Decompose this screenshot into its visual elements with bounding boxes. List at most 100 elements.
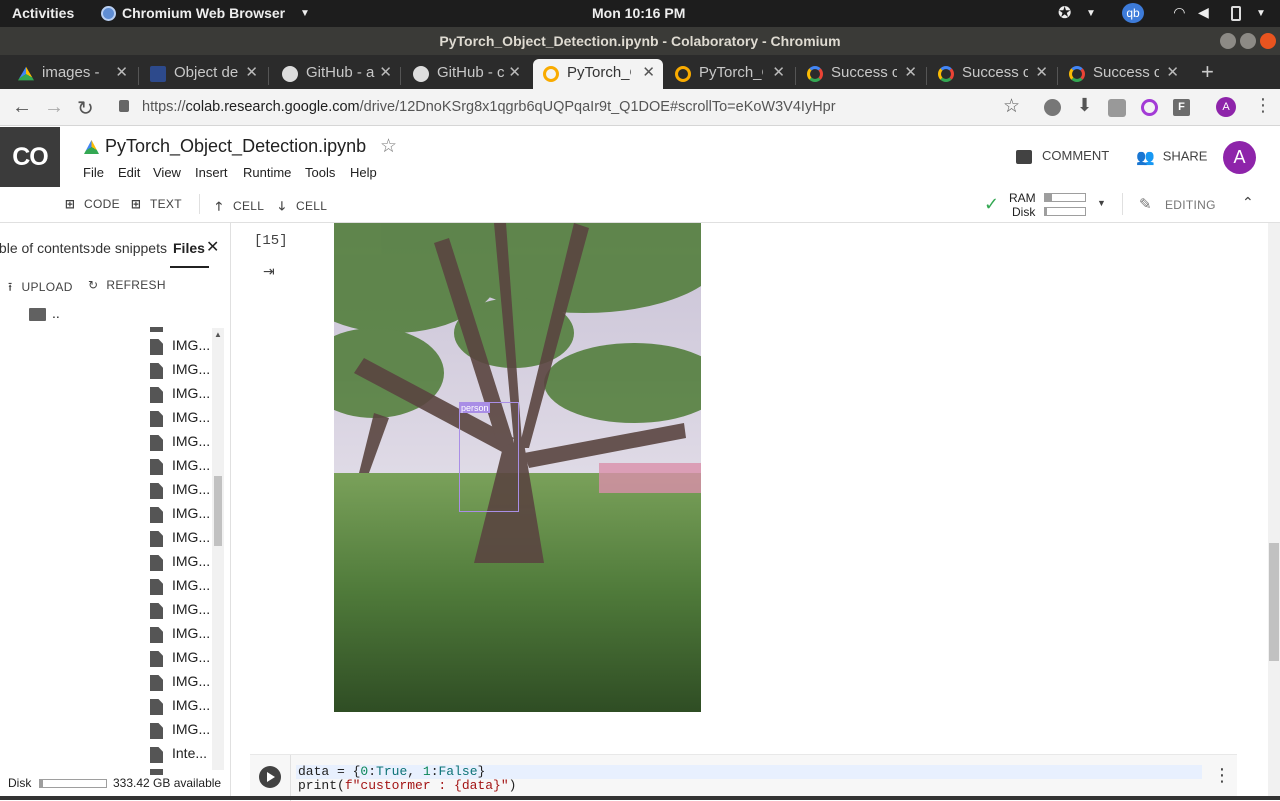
activities-button[interactable]: Activities	[12, 5, 74, 21]
tab-success-3[interactable]: Success c ✕	[1059, 59, 1187, 89]
file-list-scrollbar[interactable]: ▲	[212, 328, 224, 770]
menu-edit[interactable]: Edit	[118, 165, 140, 180]
menu-help[interactable]: Help	[350, 165, 377, 180]
lock-icon[interactable]	[119, 100, 129, 112]
close-tab-icon[interactable]: ✕	[1035, 63, 1048, 81]
close-tab-icon[interactable]: ✕	[904, 63, 917, 81]
file-icon	[150, 411, 163, 427]
menu-view[interactable]: View	[153, 165, 181, 180]
upload-button[interactable]: ⭱ UPLOAD	[8, 278, 73, 299]
profile-avatar[interactable]: A	[1216, 97, 1236, 117]
minimize-button[interactable]	[1220, 33, 1236, 49]
notebook-scrollbar[interactable]	[1268, 223, 1280, 800]
comment-button[interactable]: COMMENT	[1016, 148, 1109, 164]
new-tab-button[interactable]: +	[1201, 59, 1214, 85]
tab-label: Object de	[174, 64, 238, 81]
close-tab-icon[interactable]: ✕	[379, 63, 392, 81]
add-text-button[interactable]: ⊞ TEXT	[130, 197, 182, 211]
connected-check-icon[interactable]: ✓	[984, 194, 999, 215]
close-tab-icon[interactable]: ✕	[772, 63, 785, 81]
close-panel-icon[interactable]: ✕	[206, 237, 219, 257]
runtime-dropdown-icon[interactable]: ▼	[1097, 198, 1106, 208]
ram-usage-fill	[1045, 194, 1053, 201]
account-avatar[interactable]: A	[1223, 141, 1256, 174]
system-menu-arrow-icon[interactable]: ▼	[1256, 8, 1266, 19]
battery-icon[interactable]	[1231, 6, 1241, 21]
close-tab-icon[interactable]: ✕	[115, 63, 128, 81]
code-token: print(	[298, 778, 345, 793]
menu-runtime[interactable]: Runtime	[243, 165, 291, 180]
tab-images-drive[interactable]: images - G ✕	[8, 59, 136, 89]
tab-success-2[interactable]: Success c ✕	[928, 59, 1056, 89]
ram-label: RAM	[1009, 191, 1036, 205]
ram-usage-bar[interactable]	[1044, 193, 1086, 202]
close-window-button[interactable]	[1260, 33, 1276, 49]
close-tab-icon[interactable]: ✕	[245, 63, 258, 81]
tab-strip: images - G ✕ Object de ✕ GitHub - a ✕ Gi…	[0, 55, 1280, 89]
output-action-icon[interactable]: ⇥	[263, 263, 275, 280]
collapse-header-icon[interactable]: ⌃	[1242, 194, 1254, 211]
file-name: IMG...	[172, 553, 211, 569]
cell-more-icon[interactable]: ⋮	[1213, 765, 1231, 786]
clock[interactable]: Mon 10:16 PM	[592, 5, 685, 21]
scrollbar-thumb[interactable]	[214, 476, 222, 546]
share-button[interactable]: 👥 SHARE	[1136, 148, 1207, 166]
download-icon[interactable]: ⬇	[1077, 95, 1092, 116]
tab-pytorch-2[interactable]: PyTorch_C ✕	[665, 59, 793, 89]
browser-menu-icon[interactable]: ⋮	[1254, 95, 1272, 116]
reload-button[interactable]: ↻	[77, 96, 94, 121]
add-code-button[interactable]: ⊞ CODE	[64, 197, 120, 211]
extension-q-icon[interactable]	[1141, 99, 1158, 116]
folder-up-icon[interactable]	[29, 308, 46, 321]
move-cell-up-button[interactable]: 🡑 CELL	[213, 197, 264, 218]
notebook-title[interactable]: PyTorch_Object_Detection.ipynb	[105, 136, 366, 157]
tab-files[interactable]: Files	[173, 240, 205, 256]
forward-button[interactable]: →	[44, 96, 64, 119]
wifi-icon[interactable]: ◠	[1174, 4, 1185, 21]
disk-usage-fill	[1045, 208, 1047, 215]
tab-pytorch-active[interactable]: PyTorch_C ✕	[533, 59, 663, 89]
disk-usage-bar[interactable]	[1044, 207, 1086, 216]
tab-code-snippets[interactable]: Code snippets	[91, 240, 167, 256]
maximize-button[interactable]	[1240, 33, 1256, 49]
app-menu[interactable]: Chromium Web Browser	[122, 5, 285, 21]
bookmark-star-icon[interactable]: ☆	[1003, 95, 1020, 118]
refresh-button[interactable]: ↻ REFRESH	[88, 278, 166, 292]
move-cell-down-button[interactable]: 🡓 CELL	[276, 197, 327, 218]
tab-github-2[interactable]: GitHub - c ✕	[403, 59, 529, 89]
colab-icon	[543, 66, 559, 82]
editing-mode-label[interactable]: EDITING	[1165, 198, 1216, 212]
volume-icon[interactable]: ◀	[1198, 4, 1209, 21]
colab-logo[interactable]: CO	[0, 127, 60, 187]
close-tab-icon[interactable]: ✕	[508, 63, 521, 81]
parent-directory[interactable]: ..	[52, 305, 60, 321]
accessibility-arrow-icon[interactable]: ▼	[1086, 8, 1096, 19]
tab-success-1[interactable]: Success c ✕	[797, 59, 925, 89]
gitzip-extension-icon[interactable]	[1108, 99, 1126, 117]
run-cell-button[interactable]	[259, 766, 281, 788]
code-cell[interactable]: data = {0:True, 1:False} print(f"custorm…	[250, 754, 1237, 801]
notebook-scrollbar-thumb[interactable]	[1269, 543, 1279, 661]
tab-object-detection[interactable]: Object de ✕	[140, 59, 266, 89]
url-path: /drive/12DnoKSrg8x1qgrb6qUQPqaIr9t_Q1DOE…	[359, 99, 836, 115]
url-field[interactable]: https://colab.research.google.com/drive/…	[142, 99, 836, 115]
snippets-label: Code snippets	[91, 240, 167, 256]
qbittorrent-icon[interactable]: qb	[1122, 3, 1144, 23]
menu-file[interactable]: File	[83, 165, 104, 180]
tab-table-of-contents[interactable]: Table of contents	[0, 240, 90, 256]
menu-tools[interactable]: Tools	[305, 165, 335, 180]
tab-github-1[interactable]: GitHub - a ✕	[272, 59, 400, 89]
back-button[interactable]: ←	[12, 96, 32, 119]
close-tab-icon[interactable]: ✕	[1166, 63, 1179, 81]
scroll-up-arrow-icon[interactable]: ▲	[214, 330, 222, 339]
menu-insert[interactable]: Insert	[195, 165, 228, 180]
close-tab-icon[interactable]: ✕	[642, 63, 655, 81]
code-editor[interactable]: data = {0:True, 1:False} print(f"custorm…	[298, 765, 516, 793]
extension-f-icon[interactable]: F	[1173, 99, 1190, 116]
drive-icon	[84, 140, 99, 154]
star-notebook-icon[interactable]: ☆	[380, 135, 397, 158]
extension-globe-icon[interactable]	[1044, 99, 1061, 116]
app-menu-arrow-icon[interactable]: ▼	[300, 8, 310, 19]
tab-separator	[138, 67, 139, 85]
accessibility-icon[interactable]: ✪	[1058, 3, 1071, 23]
